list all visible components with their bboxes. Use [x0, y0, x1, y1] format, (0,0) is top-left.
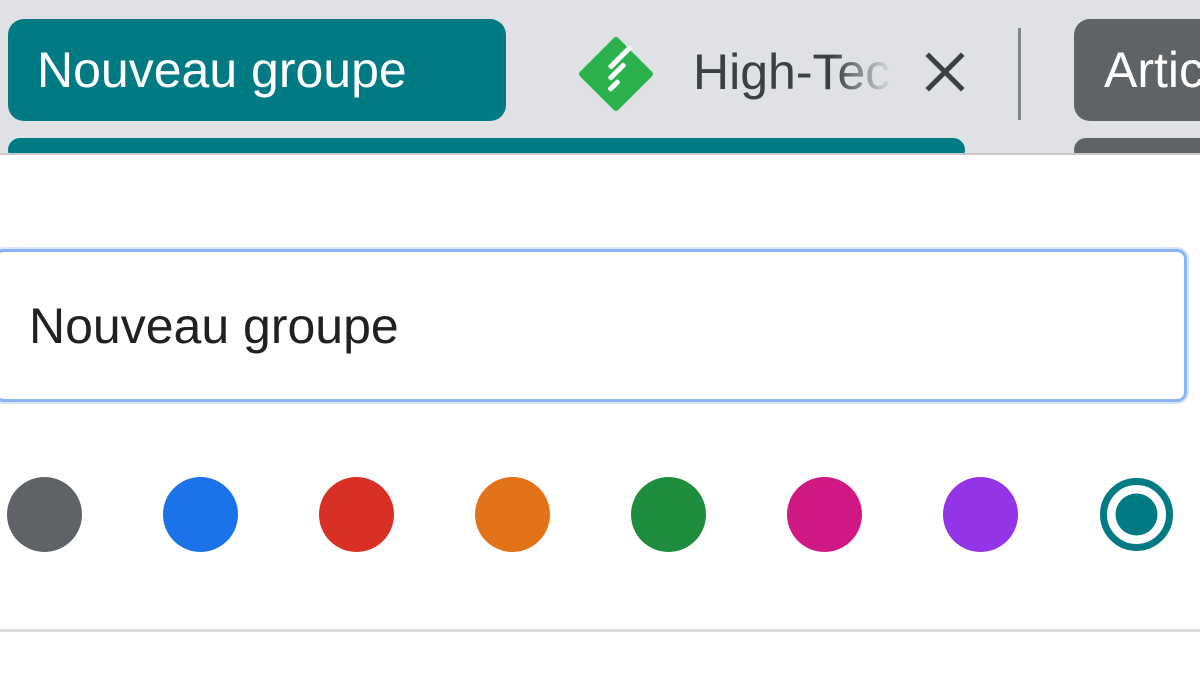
color-swatch-blue[interactable]: [163, 477, 238, 552]
tab-group-label: Nouveau groupe: [37, 42, 407, 98]
color-swatch-red[interactable]: [319, 477, 394, 552]
tab-title: High-Tech: [693, 44, 893, 100]
tab-group-underline: [1074, 138, 1200, 153]
tab-separator: [1018, 28, 1021, 120]
tab-strip: Nouveau groupe High-Tech Articles: [0, 0, 1200, 153]
tab-group-underline: [8, 138, 965, 153]
group-name-input[interactable]: [0, 249, 1187, 402]
color-swatch-purple[interactable]: [943, 477, 1018, 552]
feedly-icon: [579, 37, 653, 111]
color-swatch-cyan-selected[interactable]: [1099, 477, 1174, 552]
menu-divider: [0, 629, 1200, 632]
color-swatch-yellow[interactable]: [475, 477, 550, 552]
color-swatch-green[interactable]: [631, 477, 706, 552]
close-icon[interactable]: [921, 48, 969, 96]
tab-group-chip-articles[interactable]: Articles: [1074, 19, 1200, 121]
tab-strip-border: [0, 153, 1200, 155]
color-swatch-pink[interactable]: [787, 477, 862, 552]
tab-group-chip[interactable]: Nouveau groupe: [8, 19, 506, 121]
tab-group-label: Articles: [1104, 42, 1200, 98]
color-swatch-grey[interactable]: [7, 477, 82, 552]
tab-high-tech[interactable]: High-Tech: [560, 14, 980, 129]
